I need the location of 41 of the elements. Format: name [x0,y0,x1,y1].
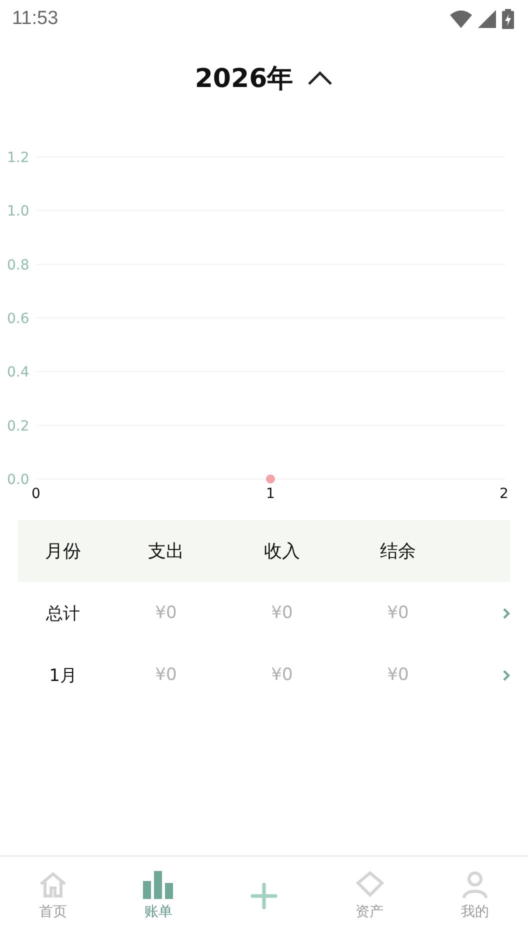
chevron-right-icon [503,608,510,618]
table-cell: ¥0 [387,665,409,685]
y-axis-label: 1.2 [7,150,30,166]
table-cell: ¥0 [271,603,293,623]
y-axis-label: 0.6 [7,311,30,327]
y-axis-label: 0.8 [7,257,30,274]
table-cell-text: 1月 [49,664,77,686]
chevron-up-icon [307,70,334,86]
signal-icon [478,10,496,28]
table-cell: ¥0 [271,665,293,685]
battery-icon [502,9,514,29]
y-axis-label: 0.0 [7,472,30,488]
nav-tab[interactable]: 首页 [0,857,106,929]
nav-tab[interactable]: 我的 [422,857,528,929]
y-axis-label: 0.4 [7,364,30,381]
x-axis-label: 0 [32,486,40,502]
wifi-icon [450,10,472,28]
column-header: 月份 [45,540,81,563]
table-cell-text: 总计 [46,602,80,624]
nav-tab[interactable]: 账单 [106,857,212,929]
table-cell: ¥0 [155,603,177,623]
collapse-toggle[interactable] [307,70,334,86]
nav-label: 我的 [461,903,490,921]
nav-label: 账单 [144,903,172,921]
column-header: 收入 [264,540,300,563]
nav-tab[interactable]: 资产 [316,857,422,929]
status-time: 11:53 [12,8,58,30]
column-header: 支出 [148,540,184,563]
column-header: 结余 [380,540,416,563]
table-cell: ¥0 [387,603,409,623]
y-axis-label: 1.0 [7,204,30,220]
nav-label: 资产 [356,903,384,921]
x-axis-label: 2 [500,486,508,502]
row-chevron[interactable] [503,670,510,680]
table-cell: ¥0 [155,665,177,685]
x-axis-label: 1 [266,486,275,502]
year-title: 2026年 [194,62,294,96]
chevron-right-icon [503,670,510,680]
y-axis-label: 0.2 [7,418,30,434]
nav-label: 首页 [38,903,67,921]
row-chevron[interactable] [503,608,510,618]
